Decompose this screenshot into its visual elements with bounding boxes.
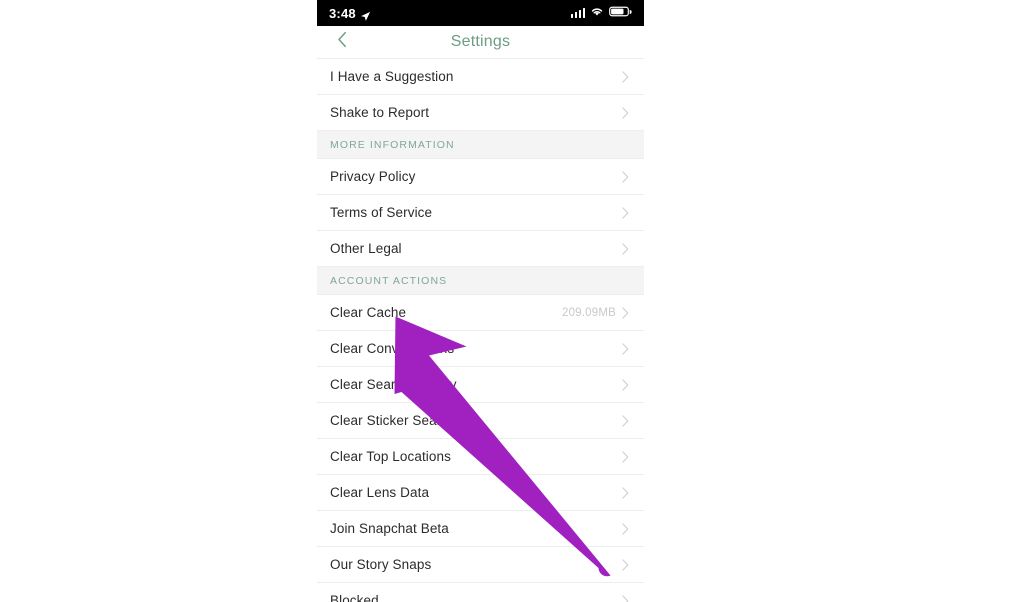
list-item[interactable]: Clear Search History — [317, 366, 644, 402]
list-item[interactable]: Clear Lens Data — [317, 474, 644, 510]
list-item-label: Terms of Service — [330, 205, 433, 220]
list-item-label: Other Legal — [330, 241, 402, 256]
status-bar-right — [570, 4, 633, 22]
list-item[interactable]: Blocked — [317, 582, 644, 602]
battery-icon — [609, 4, 632, 22]
chevron-left-icon — [337, 31, 348, 53]
nav-bar: Settings — [317, 26, 644, 58]
chevron-right-icon — [621, 558, 630, 572]
list-item-label: Shake to Report — [330, 105, 430, 120]
section-header: More Information — [317, 130, 644, 158]
list-item[interactable]: Clear Conversations — [317, 330, 644, 366]
status-bar-left: 3:48 — [329, 6, 371, 21]
list-item[interactable]: Join Snapchat Beta — [317, 510, 644, 546]
chevron-right-icon — [621, 486, 630, 500]
chevron-right-icon — [621, 522, 630, 536]
chevron-right-icon — [621, 378, 630, 392]
list-item-label: Privacy Policy — [330, 169, 416, 184]
list-item[interactable]: Clear Top Locations — [317, 438, 644, 474]
chevron-right-icon — [621, 414, 630, 428]
list-item-label: Clear Top Locations — [330, 449, 451, 464]
list-item-value: 209.09MB — [561, 306, 616, 319]
wifi-icon — [590, 4, 604, 22]
settings-list: I Have a Suggestion Shake to Report More I… — [317, 58, 644, 602]
list-item[interactable]: Our Story Snaps — [317, 546, 644, 582]
phone-screen: 3:48 Settings I Have a Suggestion Shake … — [317, 0, 644, 602]
list-item-label: Clear Search History — [330, 377, 457, 392]
list-item-label: I Have a Suggestion — [330, 69, 454, 84]
chevron-right-icon — [621, 170, 630, 184]
chevron-right-icon — [621, 70, 630, 84]
status-bar: 3:48 — [317, 0, 644, 26]
location-arrow-icon — [360, 9, 371, 21]
list-item-label: Clear Cache — [330, 305, 407, 320]
list-item-label: Clear Lens Data — [330, 485, 430, 500]
chevron-right-icon — [621, 242, 630, 256]
chevron-right-icon — [621, 342, 630, 356]
list-item-label: Our Story Snaps — [330, 557, 432, 572]
section-header: Account Actions — [317, 266, 644, 294]
list-item-label: Blocked — [330, 593, 379, 602]
list-item-label: Clear Sticker Searches — [330, 413, 471, 428]
list-item-label: Join Snapchat Beta — [330, 521, 449, 536]
list-item[interactable]: Clear Cache 209.09MB — [317, 294, 644, 330]
list-item[interactable]: Privacy Policy — [317, 158, 644, 194]
cellular-signal-icon — [570, 8, 585, 18]
list-item[interactable]: Clear Sticker Searches — [317, 402, 644, 438]
chevron-right-icon — [621, 106, 630, 120]
chevron-right-icon — [621, 206, 630, 220]
list-item[interactable]: I Have a Suggestion — [317, 58, 644, 94]
page-title: Settings — [450, 33, 511, 50]
back-button[interactable] — [325, 26, 359, 58]
list-item[interactable]: Shake to Report — [317, 94, 644, 130]
list-item-label: Clear Conversations — [330, 341, 455, 356]
list-item[interactable]: Terms of Service — [317, 194, 644, 230]
chevron-right-icon — [621, 594, 630, 602]
status-time: 3:48 — [329, 5, 356, 21]
chevron-right-icon — [621, 450, 630, 464]
list-item[interactable]: Other Legal — [317, 230, 644, 266]
chevron-right-icon — [621, 306, 630, 320]
